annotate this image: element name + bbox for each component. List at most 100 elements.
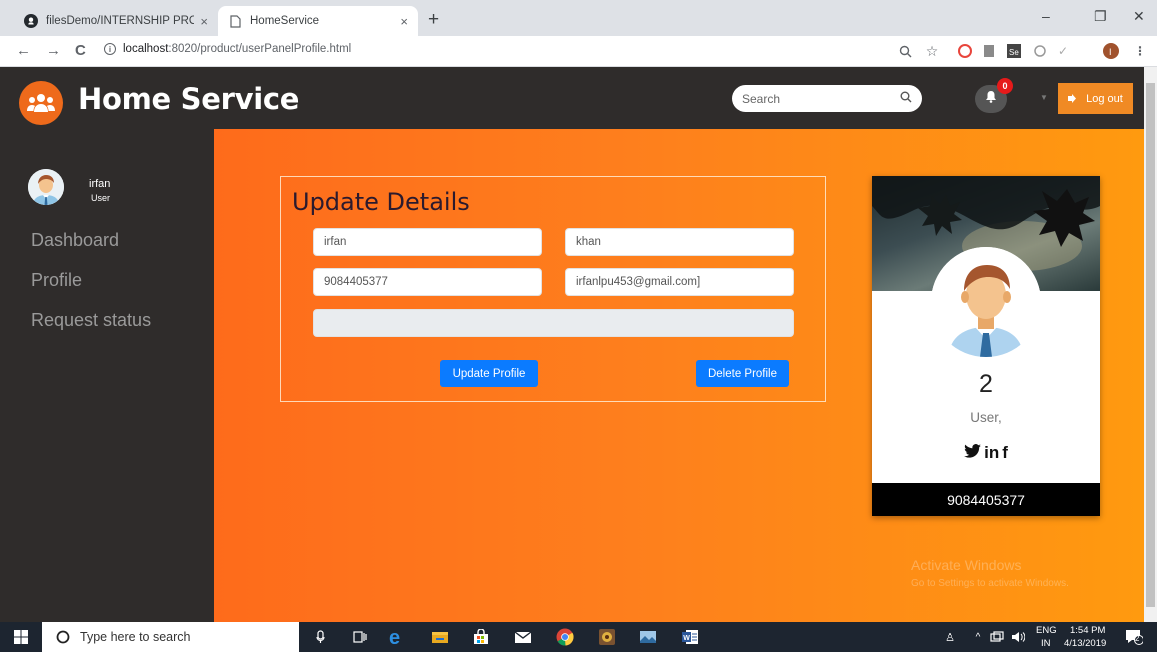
new-tab-button[interactable]: +: [428, 9, 439, 31]
logout-label: Log out: [1086, 92, 1123, 105]
minimize-button[interactable]: –: [1042, 8, 1050, 24]
notification-badge: 0: [997, 78, 1013, 94]
file-explorer-icon[interactable]: [430, 627, 450, 647]
browser-tab-homeservice[interactable]: HomeService ×: [218, 6, 418, 36]
restore-button[interactable]: ❐: [1094, 8, 1107, 25]
first-name-field[interactable]: [313, 228, 542, 256]
sidebar-item-request-status[interactable]: Request status: [31, 310, 151, 331]
info-icon[interactable]: i: [104, 43, 116, 55]
taskbar-search-box[interactable]: Type here to search: [42, 622, 299, 652]
profile-avatar-icon[interactable]: I: [1103, 43, 1119, 59]
clock-date: 4/13/2019: [1064, 638, 1107, 649]
dropdown-caret-icon[interactable]: ▼: [1040, 93, 1048, 102]
sidebar-user-name: irfan: [89, 178, 111, 190]
profile-card-number: 2: [979, 370, 993, 398]
photos-icon[interactable]: [638, 627, 658, 647]
profile-card-avatar: [931, 247, 1041, 357]
logout-icon: [1068, 94, 1078, 103]
action-center-icon[interactable]: [1124, 627, 1144, 647]
sidebar: irfan User Dashboard Profile Request sta…: [0, 129, 214, 622]
app-root: Home Service 0 ▼ Log out: [0, 67, 1144, 622]
github-icon: [24, 14, 38, 28]
mail-icon[interactable]: [513, 627, 533, 647]
back-button[interactable]: ←: [16, 42, 31, 59]
activate-windows-title: Activate Windows: [911, 557, 1022, 573]
reload-button[interactable]: C: [75, 42, 86, 59]
browser-tab-github[interactable]: filesDemo/INTERNSHIP PROJECT ×: [14, 6, 218, 36]
language-indicator[interactable]: ENG: [1036, 625, 1057, 636]
clock-time[interactable]: 1:54 PM: [1070, 625, 1105, 636]
linkedin-icon[interactable]: in: [984, 443, 999, 463]
user-avatar[interactable]: [28, 169, 64, 205]
twitter-icon[interactable]: [964, 443, 982, 463]
tab-title: filesDemo/INTERNSHIP PROJECT: [46, 15, 195, 27]
svg-text:I: I: [1109, 47, 1112, 57]
sidebar-item-profile[interactable]: Profile: [31, 270, 82, 291]
profile-card-phone: 9084405377: [872, 483, 1100, 516]
extension-se-icon[interactable]: Se: [1006, 43, 1022, 59]
search-input[interactable]: [742, 91, 900, 106]
update-details-card: Update Details Update Profile Delete Pro…: [280, 176, 826, 402]
search-icon[interactable]: [900, 90, 912, 108]
email-field[interactable]: [565, 268, 794, 296]
card-title: Update Details: [292, 188, 470, 216]
extension-red-icon[interactable]: [957, 43, 973, 59]
logo-users-icon[interactable]: [19, 81, 63, 125]
browser-menu-icon[interactable]: ⋮: [1132, 43, 1148, 59]
page-scrollbar[interactable]: [1144, 67, 1157, 622]
close-window-button[interactable]: ✕: [1133, 8, 1145, 25]
people-icon[interactable]: ♙: [940, 627, 960, 647]
bell-icon: [985, 90, 997, 108]
scrollbar-thumb[interactable]: [1146, 83, 1155, 607]
close-icon[interactable]: ×: [400, 14, 408, 29]
last-name-field[interactable]: [565, 228, 794, 256]
profile-card: 2 User, in f 9084405377: [872, 176, 1100, 516]
main-content: Update Details Update Profile Delete Pro…: [214, 129, 1144, 622]
store-icon[interactable]: [471, 627, 491, 647]
extra-field[interactable]: [313, 309, 794, 337]
url-host: localhost: [123, 43, 169, 55]
address-bar: ← → C i localhost:8020/product/userPanel…: [0, 36, 1157, 67]
extension-docs-icon[interactable]: [981, 43, 997, 59]
activate-windows-subtitle: Go to Settings to activate Windows.: [911, 578, 1069, 589]
svg-text:Se: Se: [1009, 48, 1019, 57]
zoom-icon[interactable]: [897, 43, 913, 59]
sidebar-user-role: User: [91, 193, 111, 203]
profile-card-role: User,: [970, 410, 1002, 425]
microphone-icon[interactable]: [310, 627, 330, 647]
extension-circle-icon[interactable]: [1032, 43, 1048, 59]
network-icon[interactable]: [987, 627, 1007, 647]
windows-taskbar: Type here to search e W ♙ ^ ENG IN 1:54 …: [0, 622, 1157, 652]
region-indicator: IN: [1041, 638, 1051, 649]
extension-check-icon[interactable]: ✓: [1055, 43, 1071, 59]
taskbar-search-placeholder: Type here to search: [80, 630, 191, 644]
volume-icon[interactable]: [1008, 627, 1028, 647]
word-icon[interactable]: W: [680, 627, 700, 647]
sidebar-item-dashboard[interactable]: Dashboard: [31, 230, 119, 251]
task-view-icon[interactable]: [350, 627, 370, 647]
facebook-icon[interactable]: f: [1002, 443, 1008, 463]
top-navbar: Home Service 0 ▼ Log out: [0, 67, 1144, 129]
close-icon[interactable]: ×: [200, 14, 208, 29]
bookmark-star-icon[interactable]: ☆: [924, 43, 940, 59]
forward-button[interactable]: →: [46, 42, 61, 59]
url-field[interactable]: i localhost:8020/product/userPanelProfil…: [104, 43, 351, 55]
cortana-circle-icon: [56, 630, 70, 644]
svg-text:W: W: [683, 635, 690, 642]
phone-field[interactable]: [313, 268, 542, 296]
delete-profile-button[interactable]: Delete Profile: [696, 360, 789, 387]
show-hidden-icons-icon[interactable]: ^: [968, 627, 988, 647]
edge-browser-icon[interactable]: e: [387, 627, 407, 647]
browser-tab-bar: filesDemo/INTERNSHIP PROJECT × HomeServi…: [0, 0, 1157, 36]
action-center-count: 2: [1135, 634, 1140, 643]
url-path: :8020/product/userPanelProfile.html: [168, 43, 352, 55]
brand-title[interactable]: Home Service: [78, 82, 299, 116]
logout-button[interactable]: Log out: [1058, 83, 1133, 114]
update-profile-button[interactable]: Update Profile: [440, 360, 538, 387]
social-links: in f: [872, 443, 1100, 463]
svg-text:e: e: [389, 628, 400, 646]
game-app-icon[interactable]: [597, 627, 617, 647]
windows-start-icon[interactable]: [11, 627, 31, 647]
search-box[interactable]: [732, 85, 922, 112]
chrome-icon[interactable]: [555, 627, 575, 647]
